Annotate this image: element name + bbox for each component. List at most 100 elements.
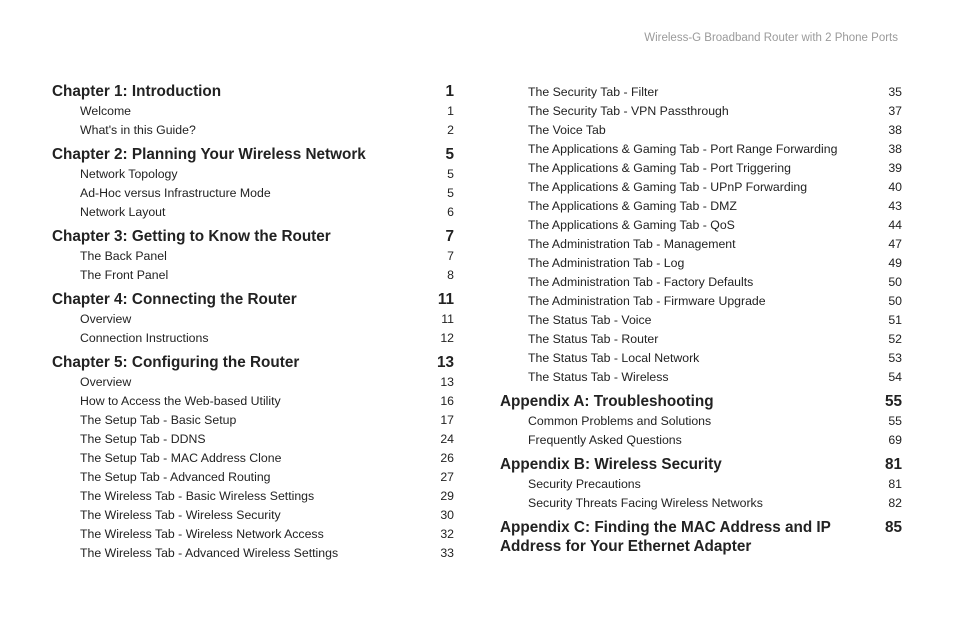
- toc-sub-page: 16: [430, 394, 454, 408]
- toc-sub-row: How to Access the Web-based Utility16: [80, 394, 454, 410]
- toc-chapter-page: 85: [878, 519, 902, 537]
- toc-sub-row: The Applications & Gaming Tab - Port Ran…: [528, 142, 902, 158]
- toc-sub-page: 8: [430, 268, 454, 282]
- toc-sub-title: The Setup Tab - MAC Address Clone: [80, 451, 430, 467]
- toc-chapter-row: Chapter 4: Connecting the Router11: [52, 290, 454, 309]
- toc-sub-row: Frequently Asked Questions69: [528, 433, 902, 449]
- toc-sub-title: The Applications & Gaming Tab - Port Tri…: [528, 161, 878, 177]
- toc-sub-title: The Administration Tab - Factory Default…: [528, 275, 878, 291]
- toc-chapter-page: 1: [430, 83, 454, 101]
- toc-chapter-row: Chapter 2: Planning Your Wireless Networ…: [52, 145, 454, 164]
- toc-sub-title: Connection Instructions: [80, 331, 430, 347]
- toc-chapter-page: 5: [430, 146, 454, 164]
- toc-sub-row: Overview11: [80, 312, 454, 328]
- toc-sub-row: The Status Tab - Router52: [528, 332, 902, 348]
- toc-sub-row: The Administration Tab - Firmware Upgrad…: [528, 294, 902, 310]
- toc-sub-row: The Wireless Tab - Wireless Network Acce…: [80, 527, 454, 543]
- toc-sub-row: Common Problems and Solutions55: [528, 414, 902, 430]
- toc-sub-row: The Wireless Tab - Basic Wireless Settin…: [80, 489, 454, 505]
- toc-sub-page: 2: [430, 123, 454, 137]
- toc-chapter-page: 55: [878, 393, 902, 411]
- toc-sub-page: 44: [878, 218, 902, 232]
- toc-chapter-page: 13: [430, 354, 454, 372]
- toc-chapter-title: Chapter 4: Connecting the Router: [52, 290, 430, 309]
- toc-sub-row: The Setup Tab - MAC Address Clone26: [80, 451, 454, 467]
- toc-sub-page: 54: [878, 370, 902, 384]
- toc-sub-row: The Status Tab - Voice51: [528, 313, 902, 329]
- toc-sub-row: Network Topology5: [80, 167, 454, 183]
- toc-sub-title: Network Topology: [80, 167, 430, 183]
- toc-chapter-page: 7: [430, 228, 454, 246]
- toc-chapter-page: 11: [430, 291, 454, 309]
- toc-sub-title: The Applications & Gaming Tab - DMZ: [528, 199, 878, 215]
- toc-chapter-page: 81: [878, 456, 902, 474]
- toc-sub-title: Security Threats Facing Wireless Network…: [528, 496, 878, 512]
- toc-columns: Chapter 1: Introduction1Welcome1What's i…: [52, 82, 902, 562]
- toc-sub-title: The Status Tab - Router: [528, 332, 878, 348]
- toc-sub-title: The Administration Tab - Firmware Upgrad…: [528, 294, 878, 310]
- toc-sub-title: The Status Tab - Voice: [528, 313, 878, 329]
- toc-sub-title: The Wireless Tab - Wireless Security: [80, 508, 430, 524]
- toc-sub-row: Connection Instructions12: [80, 331, 454, 347]
- toc-sub-row: Ad-Hoc versus Infrastructure Mode5: [80, 186, 454, 202]
- toc-sub-page: 29: [430, 489, 454, 503]
- toc-sub-row: The Setup Tab - DDNS24: [80, 432, 454, 448]
- toc-sub-page: 47: [878, 237, 902, 251]
- toc-sub-page: 40: [878, 180, 902, 194]
- toc-sub-page: 11: [430, 312, 454, 326]
- toc-sub-title: The Security Tab - Filter: [528, 85, 878, 101]
- toc-sub-row: The Applications & Gaming Tab - Port Tri…: [528, 161, 902, 177]
- toc-sub-page: 24: [430, 432, 454, 446]
- toc-sub-page: 51: [878, 313, 902, 327]
- toc-sub-page: 26: [430, 451, 454, 465]
- toc-sub-title: The Applications & Gaming Tab - QoS: [528, 218, 878, 234]
- toc-sub-row: The Wireless Tab - Wireless Security30: [80, 508, 454, 524]
- toc-sub-page: 39: [878, 161, 902, 175]
- toc-sub-row: The Administration Tab - Factory Default…: [528, 275, 902, 291]
- toc-sub-page: 6: [430, 205, 454, 219]
- toc-sub-row: The Applications & Gaming Tab - UPnP For…: [528, 180, 902, 196]
- toc-sub-title: The Back Panel: [80, 249, 430, 265]
- toc-sub-page: 5: [430, 186, 454, 200]
- toc-sub-title: How to Access the Web-based Utility: [80, 394, 430, 410]
- toc-chapter-title: Appendix A: Troubleshooting: [500, 392, 878, 411]
- toc-chapter-title: Chapter 2: Planning Your Wireless Networ…: [52, 145, 430, 164]
- toc-sub-row: Security Threats Facing Wireless Network…: [528, 496, 902, 512]
- toc-chapter-title: Chapter 5: Configuring the Router: [52, 353, 430, 372]
- toc-sub-page: 49: [878, 256, 902, 270]
- toc-sub-page: 33: [430, 546, 454, 560]
- toc-sub-title: What's in this Guide?: [80, 123, 430, 139]
- toc-sub-page: 7: [430, 249, 454, 263]
- toc-sub-title: The Voice Tab: [528, 123, 878, 139]
- toc-chapter-row: Appendix A: Troubleshooting55: [500, 392, 902, 411]
- toc-sub-row: Security Precautions81: [528, 477, 902, 493]
- toc-sub-title: The Wireless Tab - Wireless Network Acce…: [80, 527, 430, 543]
- toc-sub-page: 5: [430, 167, 454, 181]
- toc-sub-page: 38: [878, 142, 902, 156]
- toc-sub-page: 82: [878, 496, 902, 510]
- toc-sub-title: The Setup Tab - DDNS: [80, 432, 430, 448]
- toc-chapter-title: Chapter 3: Getting to Know the Router: [52, 227, 430, 246]
- toc-sub-row: The Setup Tab - Basic Setup17: [80, 413, 454, 429]
- toc-sub-row: The Front Panel8: [80, 268, 454, 284]
- toc-sub-title: The Wireless Tab - Advanced Wireless Set…: [80, 546, 430, 562]
- toc-sub-row: The Applications & Gaming Tab - QoS44: [528, 218, 902, 234]
- toc-sub-title: Common Problems and Solutions: [528, 414, 878, 430]
- toc-sub-title: Welcome: [80, 104, 430, 120]
- toc-sub-page: 35: [878, 85, 902, 99]
- toc-sub-page: 50: [878, 294, 902, 308]
- toc-sub-title: Frequently Asked Questions: [528, 433, 878, 449]
- toc-sub-title: Ad-Hoc versus Infrastructure Mode: [80, 186, 430, 202]
- toc-sub-page: 38: [878, 123, 902, 137]
- toc-sub-row: The Applications & Gaming Tab - DMZ43: [528, 199, 902, 215]
- toc-sub-row: What's in this Guide?2: [80, 123, 454, 139]
- toc-sub-row: Overview13: [80, 375, 454, 391]
- toc-sub-title: The Setup Tab - Advanced Routing: [80, 470, 430, 486]
- toc-sub-row: The Back Panel7: [80, 249, 454, 265]
- toc-chapter-row: Appendix B: Wireless Security81: [500, 455, 902, 474]
- toc-chapter-title: Appendix C: Finding the MAC Address and …: [500, 518, 878, 556]
- toc-sub-page: 17: [430, 413, 454, 427]
- toc-chapter-title: Chapter 1: Introduction: [52, 82, 430, 101]
- toc-sub-title: Network Layout: [80, 205, 430, 221]
- toc-sub-page: 69: [878, 433, 902, 447]
